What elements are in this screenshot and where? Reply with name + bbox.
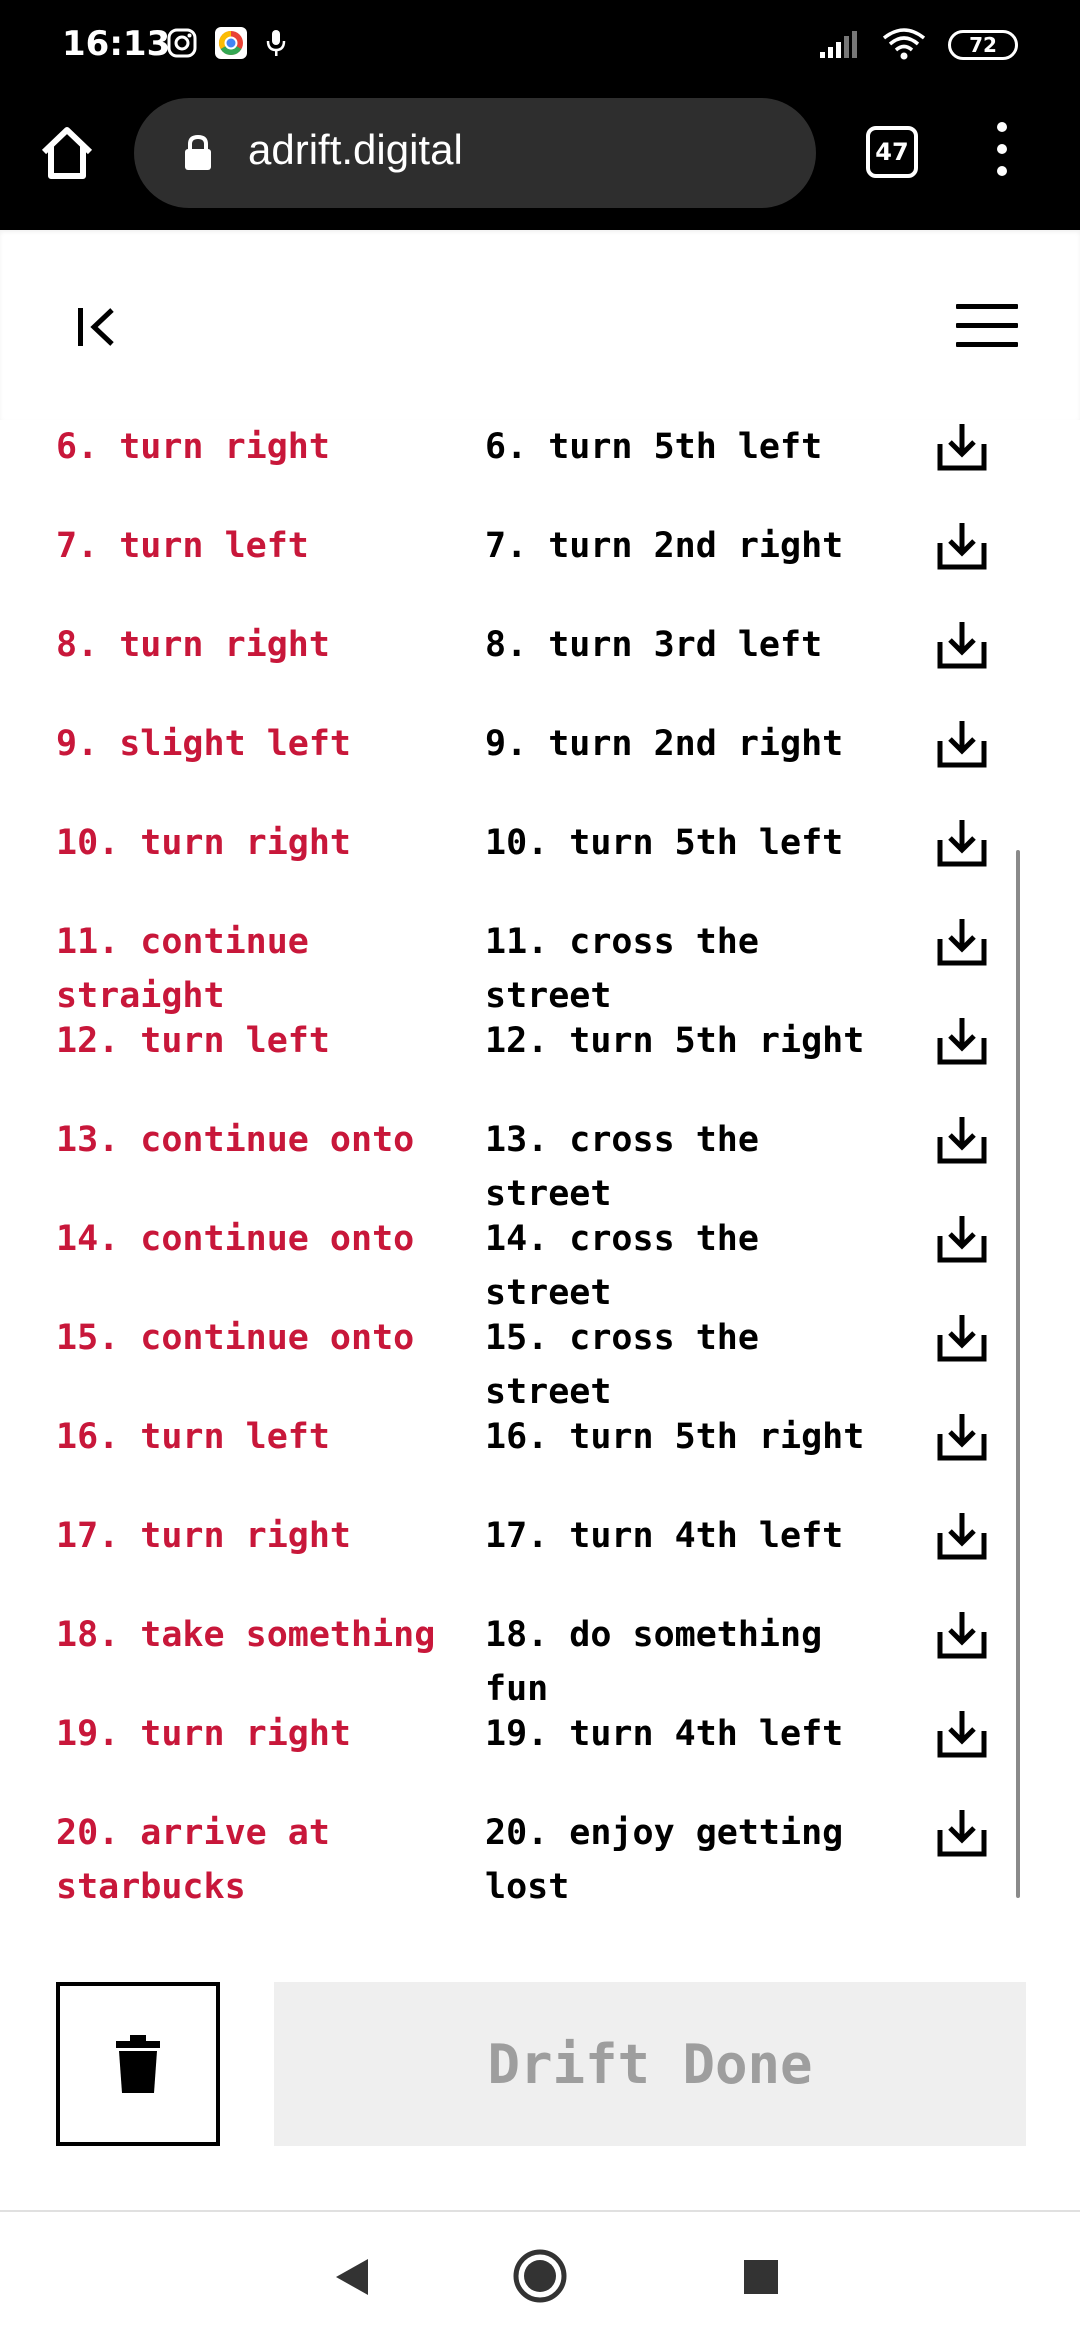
route-step: 9. slight left <box>56 724 352 764</box>
download-icon[interactable] <box>936 1610 988 1660</box>
microphone-icon <box>266 30 286 56</box>
address-bar[interactable]: adrift.digital <box>134 98 816 208</box>
direction-row: 20. arrive at starbucks 20. enjoy getting… <box>0 1796 1080 1946</box>
directions-list: 6. turn right 6. turn 5th left 7. turn lef… <box>0 410 1080 1946</box>
route-step: 14. continue onto <box>56 1219 415 1259</box>
direction-row: 12. turn left 12. turn 5th right <box>0 1004 1080 1103</box>
route-step: 7. turn left <box>56 526 309 566</box>
app-header <box>0 230 1080 420</box>
route-step: 20. arrive at starbucks <box>56 1813 330 1907</box>
battery-icon: 72 <box>948 30 1018 60</box>
drift-step: 8. turn 3rd left <box>485 625 823 665</box>
download-icon[interactable] <box>936 1412 988 1462</box>
direction-row: 6. turn right 6. turn 5th left <box>0 410 1080 509</box>
download-icon[interactable] <box>936 917 988 967</box>
drift-step: 20. enjoy getting lost <box>485 1813 844 1907</box>
direction-row: 10. turn right 10. turn 5th left <box>0 806 1080 905</box>
direction-row: 18. take something 18. do something fun <box>0 1598 1080 1709</box>
download-icon[interactable] <box>936 1511 988 1561</box>
browser-menu-icon[interactable] <box>990 122 1014 184</box>
drift-step: 7. turn 2nd right <box>485 526 844 566</box>
drift-done-button[interactable]: Drift Done <box>274 1982 1026 2146</box>
delete-button[interactable] <box>56 1982 220 2146</box>
direction-row: 14. continue onto 14. cross the street <box>0 1202 1080 1313</box>
direction-row: 13. continue onto 13. cross the street <box>0 1103 1080 1214</box>
route-step: 15. continue onto <box>56 1318 415 1358</box>
wifi-icon <box>882 28 926 60</box>
route-step: 13. continue onto <box>56 1120 415 1160</box>
url-text: adrift.digital <box>248 126 463 173</box>
download-icon[interactable] <box>936 422 988 472</box>
download-icon[interactable] <box>936 620 988 670</box>
tab-switcher-button[interactable]: 47 <box>866 126 918 178</box>
nav-back-icon[interactable] <box>334 2257 370 2297</box>
status-time: 16:13 <box>62 24 171 64</box>
download-icon[interactable] <box>936 1214 988 1264</box>
direction-row: 16. turn left 16. turn 5th right <box>0 1400 1080 1499</box>
trash-icon <box>116 2035 160 2093</box>
route-step: 8. turn right <box>56 625 330 665</box>
route-step: 18. take something <box>56 1615 436 1655</box>
route-step: 19. turn right <box>56 1714 352 1754</box>
download-icon[interactable] <box>936 1313 988 1363</box>
instagram-icon <box>167 28 197 58</box>
download-icon[interactable] <box>936 719 988 769</box>
download-icon[interactable] <box>936 1016 988 1066</box>
direction-row: 8. turn right 8. turn 3rd left <box>0 608 1080 707</box>
drift-step: 9. turn 2nd right <box>485 724 844 764</box>
drift-step: 6. turn 5th left <box>485 427 823 467</box>
download-icon[interactable] <box>936 818 988 868</box>
drift-step: 10. turn 5th left <box>485 823 844 863</box>
download-icon[interactable] <box>936 1808 988 1858</box>
lock-icon <box>185 134 211 170</box>
direction-row: 15. continue onto 15. cross the street <box>0 1301 1080 1412</box>
drift-step: 19. turn 4th left <box>485 1714 844 1754</box>
chrome-icon <box>215 27 247 59</box>
status-bar: 16:13 72 <box>0 0 1080 96</box>
browser-toolbar: adrift.digital 47 <box>0 96 1080 230</box>
download-icon[interactable] <box>936 1709 988 1759</box>
direction-row: 11. continue straight 11. cross the stree… <box>0 905 1080 1016</box>
nav-home-icon[interactable] <box>512 2248 568 2304</box>
route-step: 17. turn right <box>56 1516 352 1556</box>
route-step: 6. turn right <box>56 427 330 467</box>
collapse-back-icon[interactable] <box>72 302 122 352</box>
system-nav-bar <box>0 2210 1080 2340</box>
hamburger-menu-icon[interactable] <box>956 304 1018 348</box>
direction-row: 17. turn right 17. turn 4th left <box>0 1499 1080 1598</box>
drift-step: 16. turn 5th right <box>485 1417 865 1457</box>
download-icon[interactable] <box>936 1115 988 1165</box>
route-step: 10. turn right <box>56 823 352 863</box>
signal-icon <box>820 31 857 58</box>
notification-icons <box>166 26 288 60</box>
download-icon[interactable] <box>936 521 988 571</box>
direction-row: 7. turn left 7. turn 2nd right <box>0 509 1080 608</box>
drift-step: 12. turn 5th right <box>485 1021 865 1061</box>
direction-row: 9. slight left 9. turn 2nd right <box>0 707 1080 806</box>
nav-recents-icon[interactable] <box>744 2260 778 2294</box>
home-icon[interactable] <box>36 122 98 184</box>
system-icons: 72 <box>818 28 1018 62</box>
direction-row: 19. turn right 19. turn 4th left <box>0 1697 1080 1796</box>
drift-step: 17. turn 4th left <box>485 1516 844 1556</box>
route-step: 16. turn left <box>56 1417 330 1457</box>
scrollbar[interactable] <box>1016 850 1020 1898</box>
route-step: 12. turn left <box>56 1021 330 1061</box>
